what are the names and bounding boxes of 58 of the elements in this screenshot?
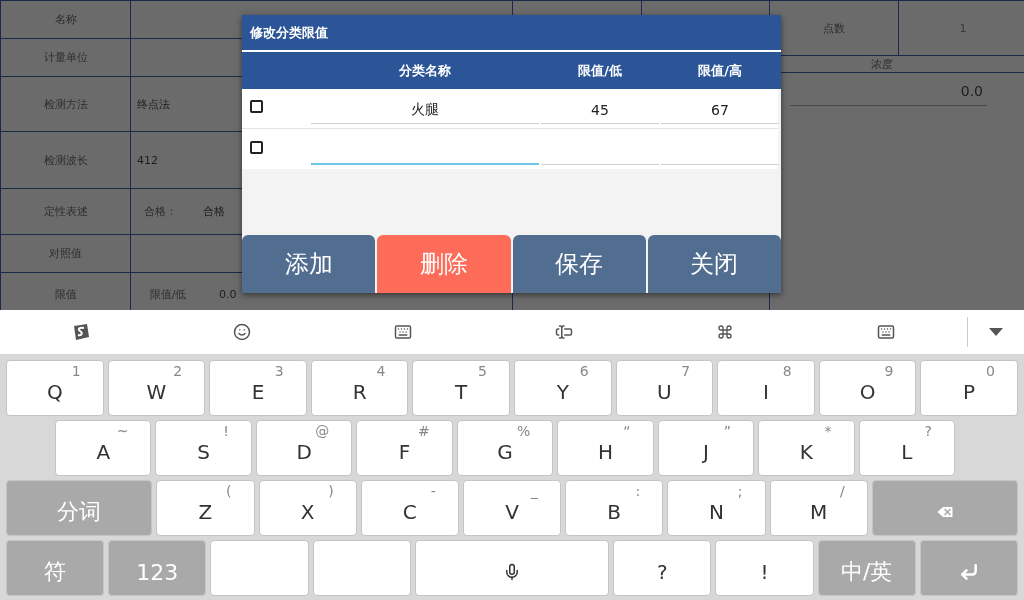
keyboard-key[interactable]: B : [565, 480, 664, 536]
dialog-button[interactable]: 添加 [242, 235, 376, 293]
keyboard-key[interactable]: Z ( [156, 480, 255, 536]
column-header: 限值/低 [577, 61, 623, 80]
keyboard-key[interactable]: T 5 [412, 360, 510, 416]
keyboard-key[interactable]: N ; [667, 480, 766, 536]
keyboard-key[interactable]: X ) [258, 480, 357, 536]
keyboard-key[interactable]: I 8 [717, 360, 815, 416]
keyboard-key[interactable]: W 2 [107, 360, 206, 416]
input-field[interactable]: 67 [661, 96, 779, 124]
emoji-icon[interactable] [232, 323, 251, 341]
keyboard-key[interactable]: O 9 [818, 360, 917, 416]
keyboard-key[interactable]: C - [360, 480, 459, 536]
column-header: 限值/高 [697, 61, 743, 80]
checkbox[interactable] [250, 140, 263, 154]
form-label: 点数 [823, 20, 845, 36]
input-field[interactable]: 火腿 [311, 96, 539, 124]
keyboard-key[interactable]: S ! [155, 420, 252, 476]
form-label: 限值 [54, 286, 77, 302]
form-value: 0.0 [219, 287, 237, 301]
keyboard-key[interactable]: J ” [657, 420, 755, 476]
keyboard-key[interactable]: P 0 [920, 360, 1018, 416]
value-label: 合格： [142, 204, 178, 219]
keyboard-icon[interactable] [393, 323, 412, 341]
keyboard-key[interactable]: Q 1 [6, 360, 104, 416]
keyboard-key[interactable]: A ~ [55, 420, 152, 476]
keyboard-settings-icon[interactable] [877, 323, 896, 341]
caret-icon[interactable] [989, 328, 1004, 336]
keyboard-key[interactable]: H “ [557, 420, 654, 476]
keyboard-key[interactable]: Y 6 [513, 360, 612, 416]
keyboard-key[interactable]: D @ [255, 420, 353, 476]
form-label: 浓度 [871, 56, 893, 72]
input-field[interactable]: 45 [541, 96, 659, 124]
dialog-title: 修改分类限值 [242, 15, 781, 52]
keyboard-key[interactable]: E 3 [209, 360, 307, 416]
keyboard-key[interactable]: ? [613, 540, 712, 596]
dialog-button[interactable]: 保存 [512, 235, 646, 293]
form-value: 合格 [203, 204, 225, 219]
keyboard-key[interactable]: R 4 [310, 360, 409, 416]
keyboard-key[interactable]: K * [758, 420, 855, 476]
enter-icon [958, 562, 979, 582]
keyboard-key[interactable]: F # [356, 420, 453, 476]
column-header: 分类名称 [398, 61, 452, 80]
microphone-icon [503, 563, 521, 581]
form-label: 名称 [54, 12, 77, 27]
dialog-button[interactable]: 关闭 [647, 235, 781, 293]
value-label: 限值/低 [148, 286, 188, 302]
keyboard-key[interactable]: M / [769, 480, 868, 536]
keyboard-key[interactable]: ! [715, 540, 814, 596]
keyboard-key[interactable]: U 7 [615, 360, 714, 416]
form-value: 终点法 [137, 96, 170, 112]
keyboard-key[interactable]: L ? [858, 420, 955, 476]
cursor-icon[interactable] [555, 323, 574, 341]
checkbox[interactable] [250, 100, 263, 113]
keyboard-key[interactable]: G % [456, 420, 554, 476]
command-icon[interactable] [717, 324, 734, 340]
keyboard-key[interactable]: V _ [462, 480, 562, 536]
form-value: 412 [137, 153, 158, 167]
